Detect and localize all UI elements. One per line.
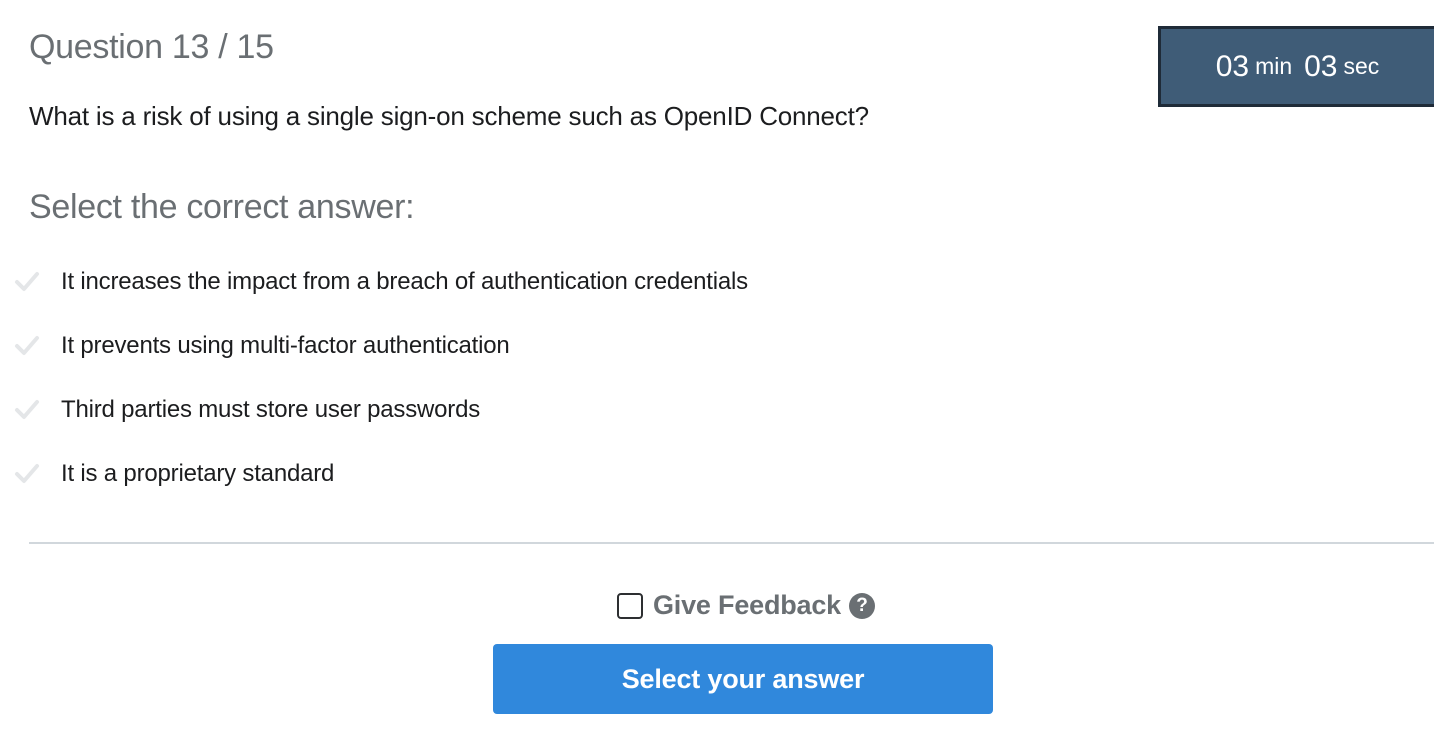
answer-prompt: Select the correct answer: — [29, 188, 415, 226]
answer-options: It increases the impact from a breach of… — [0, 262, 1100, 518]
check-icon — [15, 464, 39, 483]
answer-option-label: Third parties must store user passwords — [61, 396, 481, 423]
timer-minutes: 03 — [1215, 49, 1250, 83]
answer-option-3[interactable]: Third parties must store user passwords — [0, 390, 1100, 454]
give-feedback-toggle[interactable]: Give Feedback ? — [617, 590, 875, 621]
question-counter: Question 13 / 15 — [29, 28, 274, 66]
answer-option-label: It increases the impact from a breach of… — [61, 268, 748, 295]
check-icon — [15, 400, 39, 419]
check-icon — [15, 336, 39, 355]
check-icon — [15, 272, 39, 291]
select-answer-button[interactable]: Select your answer — [493, 644, 993, 714]
answer-option-1[interactable]: It increases the impact from a breach of… — [0, 262, 1100, 326]
timer-seconds-unit: sec — [1343, 53, 1380, 79]
timer-minutes-unit: min — [1255, 53, 1293, 79]
countdown-timer: 03 min 03 sec — [1158, 26, 1434, 107]
question-text: What is a risk of using a single sign-on… — [29, 101, 869, 131]
answer-option-label: It is a proprietary standard — [61, 460, 335, 487]
answer-option-4[interactable]: It is a proprietary standard — [0, 454, 1100, 518]
section-divider — [29, 542, 1434, 544]
answer-option-label: It prevents using multi-factor authentic… — [61, 332, 510, 359]
question-circle-icon[interactable]: ? — [849, 592, 875, 619]
give-feedback-checkbox[interactable] — [617, 592, 643, 619]
answer-option-2[interactable]: It prevents using multi-factor authentic… — [0, 326, 1100, 390]
give-feedback-label: Give Feedback — [653, 590, 841, 620]
timer-seconds: 03 — [1304, 49, 1338, 83]
quiz-page: Question 13 / 15 03 min 03 sec What is a… — [0, 0, 1434, 746]
